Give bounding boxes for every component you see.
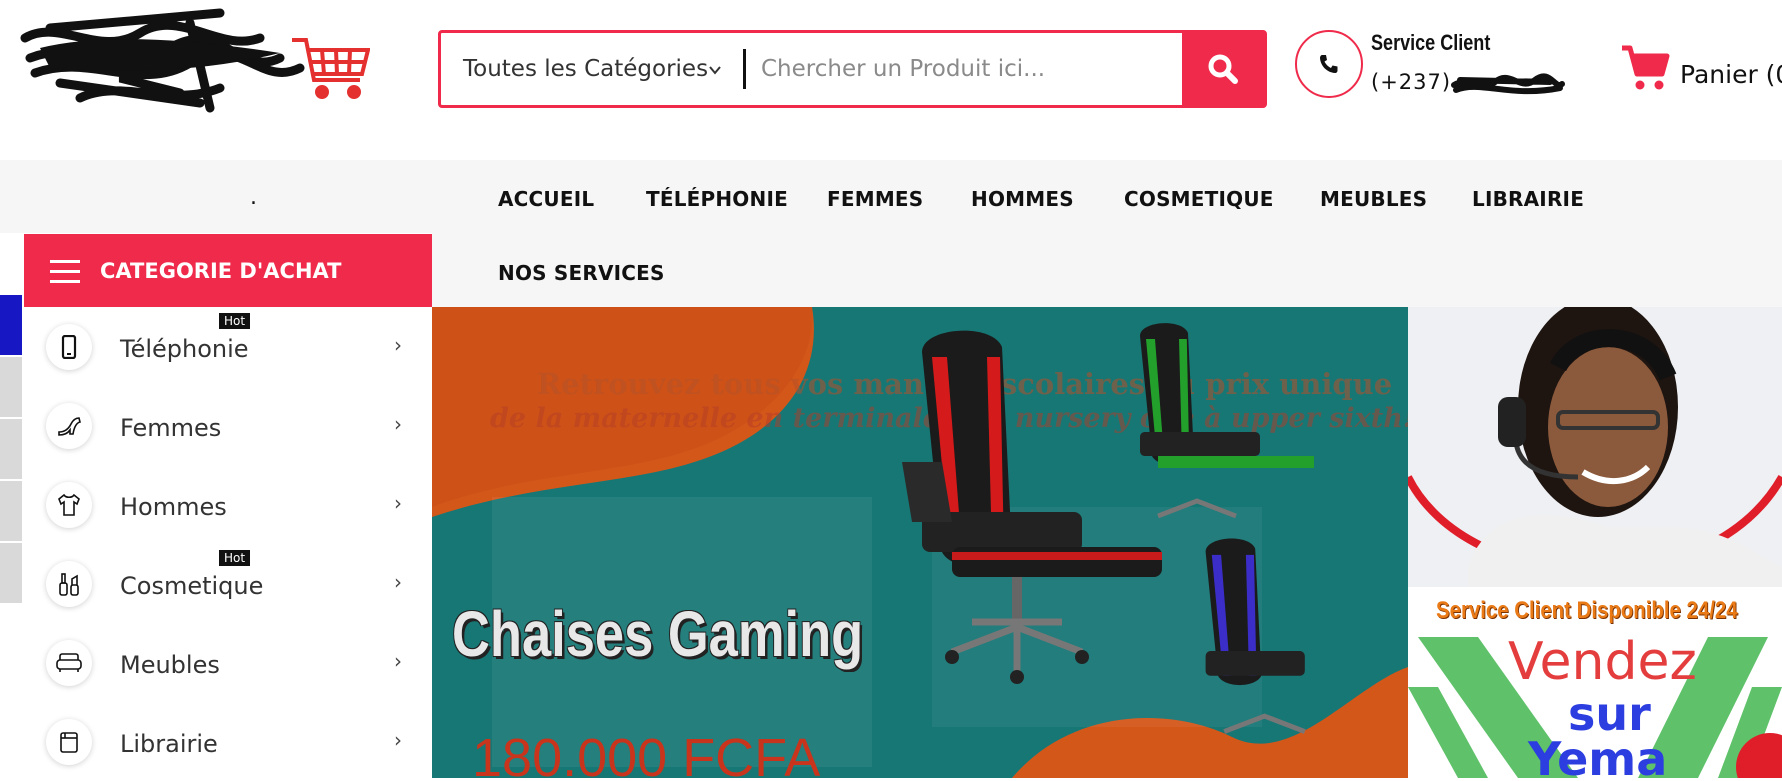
shirt-icon bbox=[46, 482, 92, 528]
search-input[interactable] bbox=[761, 33, 1201, 105]
strip-tab[interactable] bbox=[0, 419, 22, 479]
strip-tab[interactable] bbox=[0, 295, 22, 355]
chair-red bbox=[902, 330, 1162, 684]
chevron-right-icon: › bbox=[394, 728, 402, 752]
sell-line1: Vendez bbox=[1508, 632, 1697, 692]
banner-title: Chaises Gaming bbox=[452, 598, 864, 670]
gaming-chairs-image bbox=[902, 323, 1314, 734]
category-sidebar: CATEGORIE D'ACHAT Hot Téléphonie › Femme… bbox=[24, 234, 432, 778]
nav-item-telephonie[interactable]: TÉLÉPHONIE bbox=[646, 187, 788, 211]
sidebar-item-label: Meubles bbox=[120, 651, 220, 679]
strip-tab[interactable] bbox=[0, 543, 22, 603]
site-header: Toutes les Catégories Service Client (+2… bbox=[0, 0, 1782, 160]
nav-item-cosmetique[interactable]: COSMETIQUE bbox=[1124, 187, 1274, 211]
sidebar-header[interactable]: CATEGORIE D'ACHAT bbox=[24, 234, 432, 307]
sidebar-item-label: Téléphonie bbox=[120, 335, 249, 363]
chevron-right-icon: › bbox=[394, 491, 402, 515]
book-icon bbox=[46, 719, 92, 765]
redacted-phone-number bbox=[1451, 73, 1565, 95]
sidebar-item-meubles[interactable]: Meubles › bbox=[24, 623, 432, 702]
nav-item-hommes[interactable]: HOMMES bbox=[971, 187, 1074, 211]
chair-blue bbox=[1205, 538, 1306, 734]
sidebar-item-label: Hommes bbox=[120, 493, 227, 521]
service-client-label: Service Client bbox=[1371, 30, 1491, 55]
search-divider bbox=[743, 49, 746, 89]
phone-icon bbox=[1320, 55, 1338, 73]
cart-icon[interactable] bbox=[1620, 44, 1670, 96]
sofa-icon bbox=[46, 640, 92, 686]
phone-icon bbox=[46, 324, 92, 370]
hot-badge: Hot bbox=[219, 313, 251, 329]
sidebar-item-hommes[interactable]: Hommes › bbox=[24, 465, 432, 544]
chevron-right-icon: › bbox=[394, 570, 402, 594]
nav-item-librairie[interactable]: LIBRAIRIE bbox=[1472, 187, 1584, 211]
strip-tab[interactable] bbox=[0, 357, 22, 417]
sidebar-item-label: Femmes bbox=[120, 414, 222, 442]
sidebar-item-label: Librairie bbox=[120, 730, 218, 758]
menu-icon bbox=[50, 259, 80, 283]
nav-item-femmes[interactable]: FEMMES bbox=[827, 187, 923, 211]
chair-green bbox=[1140, 323, 1314, 519]
sidebar-item-label: Cosmetique bbox=[120, 572, 264, 600]
chevron-right-icon: › bbox=[394, 333, 402, 357]
sell-line3: Yema bbox=[1528, 732, 1668, 778]
sidebar-title: CATEGORIE D'ACHAT bbox=[100, 258, 342, 283]
sidebar-item-librairie[interactable]: Librairie › bbox=[24, 702, 432, 781]
site-logo[interactable] bbox=[20, 8, 371, 118]
service-promo-panel[interactable]: Service Client Disponible 24/24 Vendez s… bbox=[1408, 307, 1782, 778]
search-icon bbox=[1208, 54, 1238, 84]
service-phone-prefix: (+237) bbox=[1371, 70, 1452, 94]
service-24-7-text: Service Client Disponible 24/24 bbox=[1436, 597, 1738, 624]
banner-price: 180.000 FCFA bbox=[472, 728, 821, 778]
sidebar-item-telephonie[interactable]: Hot Téléphonie › bbox=[24, 307, 432, 386]
hero-banner[interactable]: Retrouvez tous vos manuels scolaires au … bbox=[432, 307, 1408, 778]
sidebar-item-cosmetique[interactable]: Hot Cosmetique › bbox=[24, 544, 432, 623]
chevron-right-icon: › bbox=[394, 649, 402, 673]
left-edge-strip bbox=[0, 295, 22, 605]
category-select[interactable]: Toutes les Catégories bbox=[441, 33, 743, 105]
search-button[interactable] bbox=[1182, 33, 1264, 105]
chevron-down-icon bbox=[707, 58, 723, 84]
heel-icon bbox=[46, 403, 92, 449]
cart-label[interactable]: Panier (0 bbox=[1680, 60, 1782, 89]
strip-tab[interactable] bbox=[0, 481, 22, 541]
nav-item-accueil[interactable]: ACCUEIL bbox=[498, 187, 594, 211]
nav-item-nos-services[interactable]: NOS SERVICES bbox=[498, 261, 665, 285]
chevron-right-icon: › bbox=[394, 412, 402, 436]
sidebar-item-femmes[interactable]: Femmes › bbox=[24, 386, 432, 465]
hot-badge: Hot bbox=[219, 550, 251, 566]
category-select-label: Toutes les Catégories bbox=[463, 56, 709, 82]
cosmetic-icon bbox=[46, 561, 92, 607]
phone-call-button[interactable] bbox=[1295, 30, 1363, 98]
nav-dot: . bbox=[250, 185, 257, 210]
search-bar: Toutes les Catégories bbox=[438, 30, 1267, 108]
nav-item-meubles[interactable]: MEUBLES bbox=[1320, 187, 1427, 211]
